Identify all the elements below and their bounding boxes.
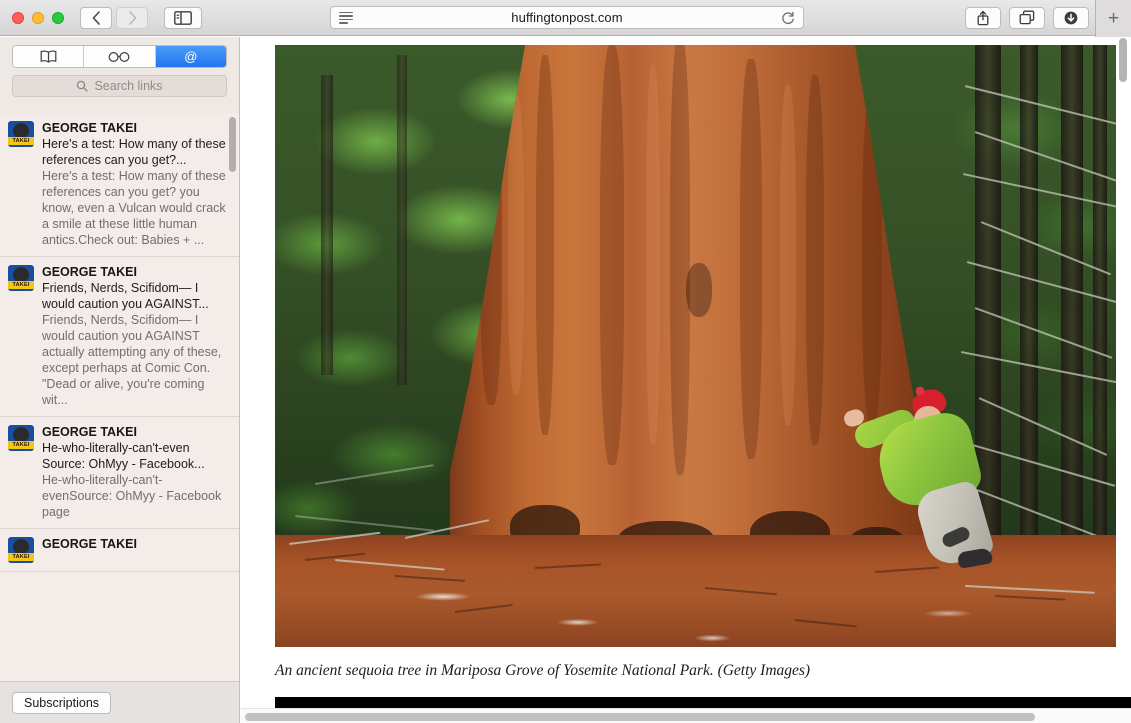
list-item[interactable]: TAKEI GEORGE TAKEI <box>0 529 239 572</box>
search-placeholder: Search links <box>94 79 163 93</box>
sidebar-tab-shared-links[interactable]: @ <box>155 46 226 67</box>
address-bar[interactable]: huffingtonpost.com <box>330 6 804 29</box>
window-controls <box>12 11 64 24</box>
avatar: TAKEI <box>8 265 34 291</box>
avatar-label: TAKEI <box>12 282 30 288</box>
list-item[interactable]: TAKEI GEORGE TAKEI He-who-literally-can'… <box>0 417 239 529</box>
sidebar-scrollbar[interactable] <box>229 117 236 172</box>
downloads-icon <box>1064 11 1078 24</box>
book-icon <box>40 50 57 63</box>
horizontal-scrollbar-thumb[interactable] <box>245 713 1035 721</box>
sidebar-toggle-button[interactable] <box>164 6 202 29</box>
chevron-left-icon <box>92 10 100 25</box>
link-author: GEORGE TAKEI <box>42 121 137 135</box>
link-body: Here's a test: How many of these referen… <box>42 169 226 247</box>
link-body: Friends, Nerds, Scifidom— I would cautio… <box>42 313 222 407</box>
safari-window: huffingtonpost.com + @ Search links TAKE… <box>0 0 1131 723</box>
new-tab-button[interactable]: + <box>1095 0 1131 37</box>
zoom-window-button[interactable] <box>52 11 64 24</box>
at-sign-icon: @ <box>184 49 198 64</box>
tab-overview-button[interactable] <box>1009 6 1045 29</box>
url-text: huffingtonpost.com <box>511 10 623 25</box>
article-photo <box>275 45 1116 647</box>
browser-toolbar: huffingtonpost.com + <box>0 0 1131 37</box>
chevron-right-icon <box>128 10 136 25</box>
avatar: TAKEI <box>8 537 34 563</box>
avatar-label: TAKEI <box>12 442 30 448</box>
photo-caption: An ancient sequoia tree in Mariposa Grov… <box>275 662 811 679</box>
link-title: He-who-literally-can't-even Source: OhMy… <box>42 441 205 471</box>
link-title: Friends, Nerds, Scifidom— I would cautio… <box>42 281 209 311</box>
search-input[interactable]: Search links <box>12 75 227 97</box>
sidebar-search-container: Search links <box>0 75 239 105</box>
reader-view-icon[interactable] <box>339 11 353 24</box>
back-button[interactable] <box>80 6 112 29</box>
search-icon <box>77 80 89 92</box>
link-author: GEORGE TAKEI <box>42 425 137 439</box>
toolbar-right-actions <box>965 6 1089 29</box>
avatar: TAKEI <box>8 121 34 147</box>
avatar-label: TAKEI <box>12 138 30 144</box>
downloads-button[interactable] <box>1053 6 1089 29</box>
page-vertical-scrollbar[interactable] <box>1119 38 1127 82</box>
page-horizontal-scrollbar[interactable] <box>241 708 1131 723</box>
sidebar-segmented-control: @ <box>0 37 239 75</box>
link-title: Here's a test: How many of these referen… <box>42 137 226 167</box>
sidebar-tab-reading-list[interactable] <box>84 46 156 67</box>
sequoia-trunk <box>450 45 930 595</box>
web-content-area: An ancient sequoia tree in Mariposa Grov… <box>241 37 1131 723</box>
person-hugging-tree <box>842 386 1000 575</box>
sidebar-icon <box>174 10 192 25</box>
forward-button[interactable] <box>116 6 148 29</box>
navigation-buttons <box>80 6 148 29</box>
article-body: An ancient sequoia tree in Mariposa Grov… <box>241 37 1131 681</box>
avatar: TAKEI <box>8 425 34 451</box>
shared-links-list[interactable]: TAKEI GEORGE TAKEI Here's a test: How ma… <box>0 113 239 681</box>
sidebar-tab-bookmarks[interactable] <box>13 46 85 67</box>
link-body: He-who-literally-can't-evenSource: OhMyy… <box>42 473 222 519</box>
glasses-icon <box>109 51 130 62</box>
list-item[interactable]: TAKEI GEORGE TAKEI Friends, Nerds, Scifi… <box>0 257 239 417</box>
sidebar-footer: Subscriptions <box>0 681 239 723</box>
minimize-window-button[interactable] <box>32 11 44 24</box>
link-author: GEORGE TAKEI <box>42 265 137 279</box>
list-item[interactable]: TAKEI GEORGE TAKEI Here's a test: How ma… <box>0 113 239 257</box>
link-author: GEORGE TAKEI <box>42 537 137 551</box>
avatar-label: TAKEI <box>12 554 30 560</box>
share-button[interactable] <box>965 6 1001 29</box>
tab-overview-icon <box>1019 10 1035 25</box>
close-window-button[interactable] <box>12 11 24 24</box>
shared-links-sidebar: @ Search links TAKEI GEORGE TAKEI Here's… <box>0 37 240 723</box>
subscriptions-button[interactable]: Subscriptions <box>12 691 112 714</box>
share-icon <box>977 10 989 25</box>
reload-icon[interactable] <box>781 11 795 25</box>
